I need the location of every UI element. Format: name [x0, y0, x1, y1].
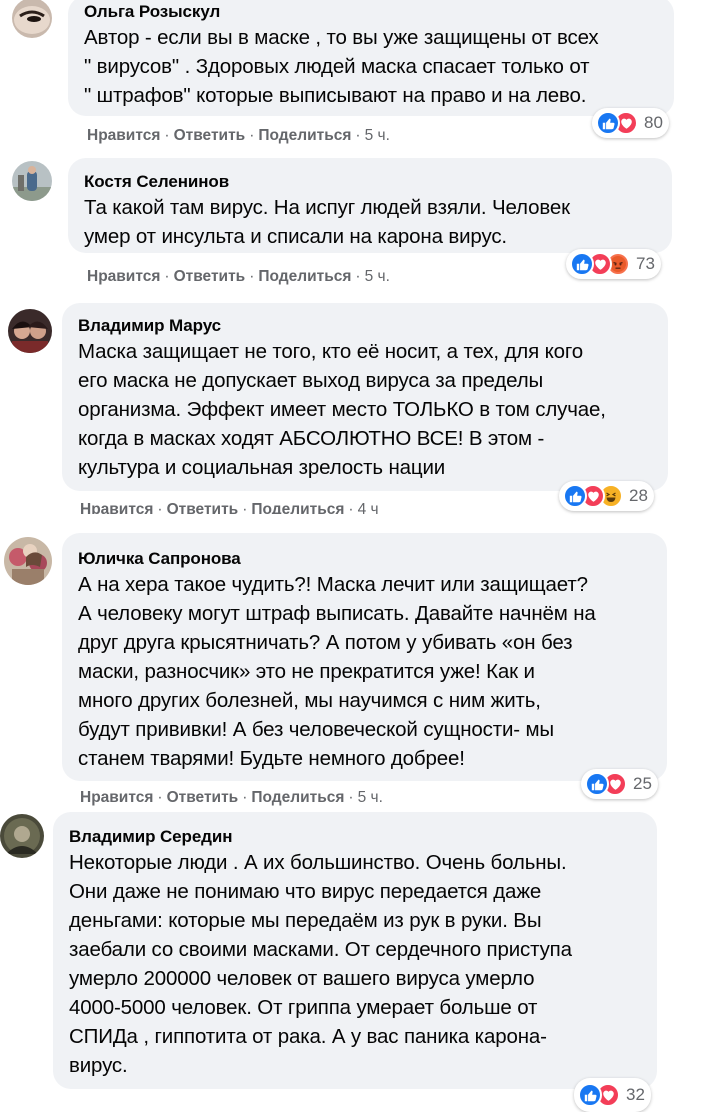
comment: Ольга Розыскул Автор - если вы в маске ,…: [0, 0, 708, 150]
comment-text: Автор - если вы в маске , то вы уже защи…: [84, 26, 599, 107]
like-reaction-icon: [596, 111, 620, 135]
separator: ·: [164, 127, 170, 144]
reactions-summary[interactable]: 32: [574, 1078, 651, 1112]
comment-time[interactable]: 5 ч.: [358, 789, 383, 806]
like-reaction-icon: [563, 484, 587, 508]
comment: Юличка Сапронова А на хера такое чудить?…: [0, 525, 708, 810]
avatar[interactable]: [12, 161, 52, 201]
author-name[interactable]: Владимир Середин: [69, 826, 641, 848]
reply-link[interactable]: Ответить: [174, 268, 246, 285]
reactions-summary[interactable]: 73: [566, 249, 661, 279]
separator: ·: [164, 268, 170, 285]
share-link[interactable]: Поделиться: [258, 127, 351, 144]
comment-text: Некоторые люди . А их большинство. Очень…: [69, 851, 572, 1077]
comment-bubble: Юличка Сапронова А на хера такое чудить?…: [62, 533, 667, 781]
comment-bubble: Костя Селенинов Та какой там вирус. На и…: [68, 158, 672, 253]
reply-link[interactable]: Ответить: [167, 789, 239, 806]
separator: ·: [249, 268, 255, 285]
reactions-summary[interactable]: 28: [559, 481, 654, 511]
avatar[interactable]: [12, 0, 52, 38]
reaction-count: 28: [629, 486, 648, 505]
comment-actions: Нравится · Ответить · Поделиться · 5 ч.: [87, 126, 390, 146]
like-link[interactable]: Нравится: [87, 268, 160, 285]
like-reaction-icon: [578, 1083, 602, 1107]
reactions-summary[interactable]: 80: [592, 108, 669, 138]
separator: ·: [242, 501, 248, 514]
comment-actions: Нравится · Ответить · Поделиться · 5 ч.: [87, 267, 390, 287]
author-name[interactable]: Костя Селенинов: [84, 171, 656, 193]
comment: Владимир Середин Некоторые люди . А их б…: [0, 810, 708, 1112]
comment: Костя Селенинов Та какой там вирус. На и…: [0, 150, 708, 295]
comment-bubble: Владимир Середин Некоторые люди . А их б…: [53, 812, 657, 1089]
avatar[interactable]: [4, 537, 52, 585]
comment-text: Маска защищает не того, кто её носит, а …: [78, 340, 606, 479]
separator: ·: [348, 789, 354, 806]
separator: ·: [348, 501, 354, 514]
like-reaction-icon: [585, 772, 609, 796]
comment-time[interactable]: 5 ч.: [365, 127, 390, 144]
comment-bubble: Владимир Марус Маска защищает не того, к…: [62, 303, 668, 491]
separator: ·: [157, 789, 163, 806]
reaction-count: 32: [626, 1085, 645, 1104]
share-link[interactable]: Поделиться: [258, 268, 351, 285]
avatar[interactable]: [8, 309, 52, 353]
like-link[interactable]: Нравится: [80, 501, 153, 514]
reaction-count: 80: [644, 113, 663, 132]
reaction-count: 25: [633, 774, 652, 793]
share-link[interactable]: Поделиться: [251, 789, 344, 806]
separator: ·: [157, 501, 163, 514]
comment-actions: Нравится · Ответить · Поделиться · 5 ч.: [80, 788, 383, 808]
author-name[interactable]: Юличка Сапронова: [78, 548, 651, 570]
comment-actions: Нравится · Ответить · Поделиться · 4 ч: [80, 500, 379, 514]
comment-bubble: Ольга Розыскул Автор - если вы в маске ,…: [68, 0, 674, 116]
share-link[interactable]: Поделиться: [251, 501, 344, 514]
like-link[interactable]: Нравится: [87, 127, 160, 144]
separator: ·: [249, 127, 255, 144]
comment-text: Та какой там вирус. На испуг людей взяли…: [84, 196, 570, 248]
reactions-summary[interactable]: 25: [581, 769, 658, 799]
avatar[interactable]: [0, 814, 44, 858]
comment-time[interactable]: 5 ч.: [365, 268, 390, 285]
separator: ·: [355, 268, 361, 285]
reply-link[interactable]: Ответить: [167, 501, 239, 514]
author-name[interactable]: Владимир Марус: [78, 315, 652, 337]
like-link[interactable]: Нравится: [80, 789, 153, 806]
comment: Владимир Марус Маска защищает не того, к…: [0, 295, 708, 525]
separator: ·: [242, 789, 248, 806]
like-reaction-icon: [570, 252, 594, 276]
separator: ·: [355, 127, 361, 144]
comment-text: А на хера такое чудить?! Маска лечит или…: [78, 573, 596, 770]
reaction-count: 73: [636, 254, 655, 273]
reply-link[interactable]: Ответить: [174, 127, 246, 144]
comment-time[interactable]: 4 ч: [358, 501, 379, 514]
author-name[interactable]: Ольга Розыскул: [84, 1, 658, 23]
